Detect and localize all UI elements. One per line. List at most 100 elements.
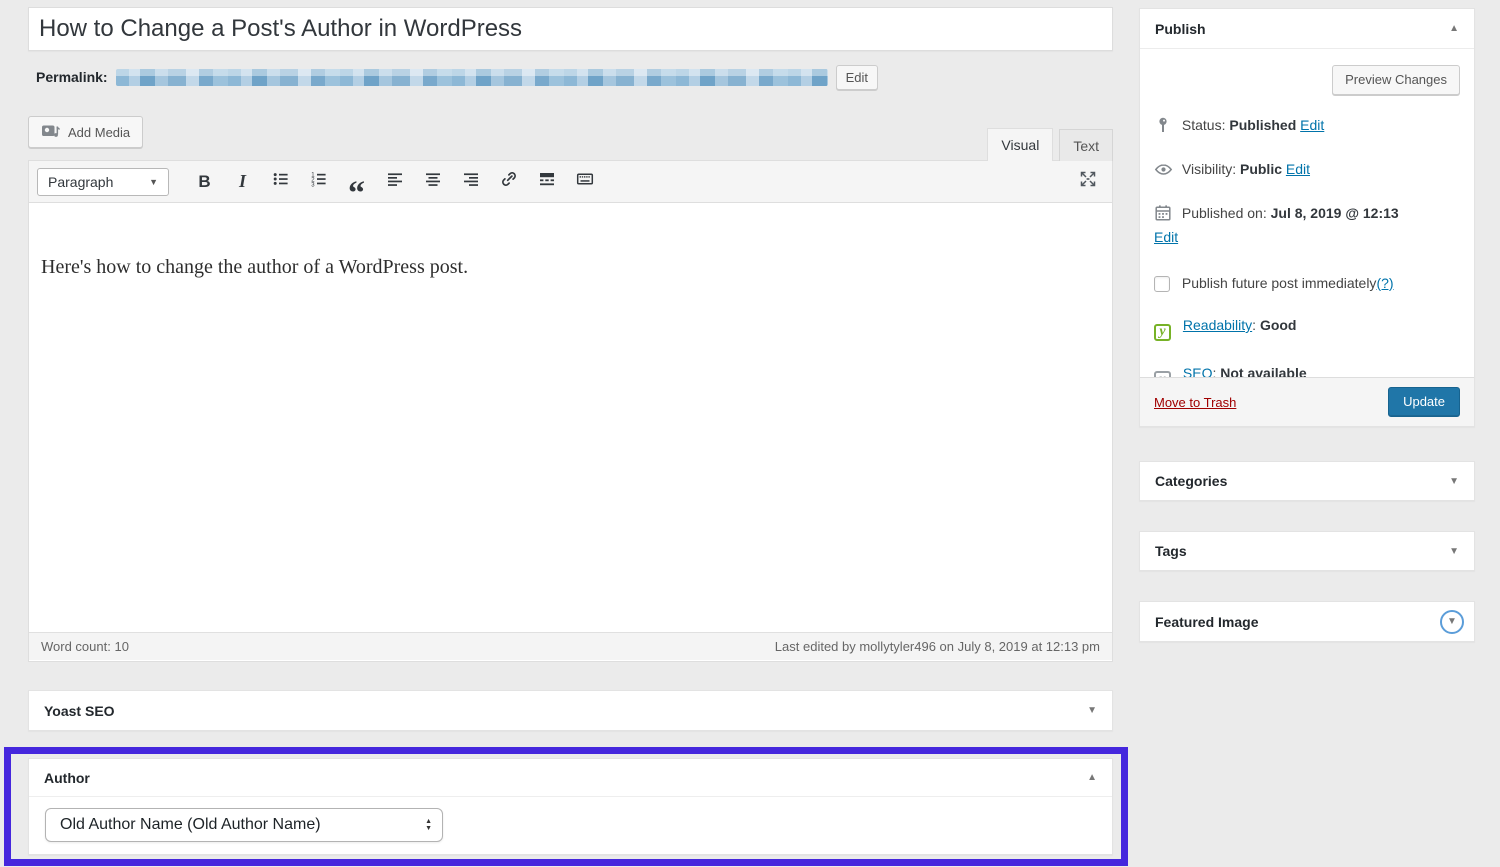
author-panel-body: Old Author Name (Old Author Name) ▲ ▼ [29,797,1112,853]
select-spinner-icon: ▲ ▼ [425,819,432,832]
yoast-seo-panel: Yoast SEO ▼ [28,690,1113,731]
align-center-button[interactable] [416,168,449,196]
status-value: Published [1229,117,1296,133]
main-column: Permalink: Edit Add Media Visual Text Pa… [28,0,1113,867]
bulleted-list-button[interactable] [264,168,297,196]
bold-button[interactable]: B [188,168,221,196]
visibility-label: Visibility: [1182,161,1236,177]
readability-value: Good [1260,317,1297,333]
collapse-down-icon: ▼ [1447,616,1457,627]
tab-visual[interactable]: Visual [987,128,1053,161]
media-icon [41,122,61,143]
yoast-seo-panel-header[interactable]: Yoast SEO ▼ [29,691,1112,730]
post-body-text: Here's how to change the author of a Wor… [41,253,1100,281]
toolbar-toggle-button[interactable] [568,168,601,196]
editor-content-area[interactable]: Here's how to change the author of a Wor… [29,203,1112,632]
read-more-button[interactable] [530,168,563,196]
word-count: Word count: 10 [41,639,129,654]
visibility-value: Public [1240,161,1282,177]
chevron-down-icon: ▼ [149,177,158,187]
author-panel: Author ▲ Old Author Name (Old Author Nam… [28,758,1113,855]
editor-statusbar: Word count: 10 Last edited by mollytyler… [29,632,1112,660]
move-to-trash-link[interactable]: Move to Trash [1154,395,1236,410]
featured-image-panel: Featured Image ▼ [1139,601,1475,642]
permalink-edit-button[interactable]: Edit [836,65,878,90]
expand-arrows-icon [1078,169,1098,194]
insert-link-button[interactable] [492,168,525,196]
content-editor: Paragraph ▼ B I 123 “ Here's how to chan… [28,160,1113,662]
publish-panel-body: Preview Changes Status: Published Edit V… [1140,49,1474,379]
permalink-url-redacted[interactable] [116,69,828,86]
readability-link[interactable]: Readability [1183,317,1252,333]
bulleted-list-icon [272,170,290,193]
tags-panel-header[interactable]: Tags ▼ [1140,532,1474,570]
align-left-button[interactable] [378,168,411,196]
pin-icon [1154,116,1173,139]
categories-panel-header[interactable]: Categories ▼ [1140,462,1474,500]
collapse-down-icon[interactable]: ▼ [1087,705,1097,716]
numbered-list-icon: 123 [310,170,328,193]
publish-panel: Publish ▲ Preview Changes Status: Publis… [1139,8,1475,427]
categories-panel: Categories ▼ [1139,461,1475,501]
align-right-icon [462,170,480,193]
status-label: Status: [1182,117,1226,133]
word-count-label: Word count: [41,639,111,654]
tags-panel-title: Tags [1155,543,1187,559]
spinner-up-icon: ▲ [425,819,432,825]
tags-panel: Tags ▼ [1139,531,1475,571]
visibility-edit-link[interactable]: Edit [1286,161,1310,177]
tab-text[interactable]: Text [1059,129,1113,161]
collapse-up-icon[interactable]: ▲ [1449,23,1459,34]
future-post-help-link[interactable]: (?) [1376,275,1393,291]
italic-button[interactable]: I [226,168,259,196]
post-title-input[interactable] [28,7,1113,51]
future-post-row: Publish future post immediately(?) [1154,273,1460,293]
publish-panel-footer: Move to Trash Update [1140,377,1474,426]
featured-image-toggle-focus-ring[interactable]: ▼ [1440,610,1464,634]
featured-image-panel-header[interactable]: Featured Image ▼ [1140,602,1474,641]
read-more-icon [538,170,556,193]
categories-panel-title: Categories [1155,473,1227,489]
yoast-readability-icon: y [1154,324,1171,341]
blockquote-button[interactable]: “ [340,168,373,196]
add-media-label: Add Media [68,125,130,140]
readability-row: y Readability: Good [1154,315,1460,341]
author-panel-title: Author [44,770,90,786]
future-post-checkbox[interactable] [1154,276,1170,292]
author-panel-header[interactable]: Author ▲ [29,759,1112,797]
eye-icon [1154,162,1173,183]
published-on-row: Published on: Jul 8, 2019 @ 12:13 Edit [1154,203,1460,247]
collapse-down-icon[interactable]: ▼ [1449,476,1459,487]
last-edited-text: Last edited by mollytyler496 on July 8, … [775,639,1100,654]
align-right-button[interactable] [454,168,487,196]
collapse-down-icon[interactable]: ▼ [1449,546,1459,557]
paragraph-style-value: Paragraph [48,174,113,190]
collapse-up-icon[interactable]: ▲ [1087,772,1097,783]
published-on-label: Published on: [1182,205,1267,221]
visibility-row: Visibility: Public Edit [1154,159,1460,183]
add-media-button[interactable]: Add Media [28,116,143,148]
status-row: Status: Published Edit [1154,115,1460,139]
permalink-row: Permalink: Edit [36,64,878,90]
publish-panel-header[interactable]: Publish ▲ [1140,9,1474,49]
status-edit-link[interactable]: Edit [1300,117,1324,133]
preview-changes-button[interactable]: Preview Changes [1332,65,1460,95]
numbered-list-button[interactable]: 123 [302,168,335,196]
wordpress-post-editor: Permalink: Edit Add Media Visual Text Pa… [0,0,1500,867]
word-count-value: 10 [114,639,128,654]
distraction-free-button[interactable] [1071,168,1104,196]
align-left-icon [386,170,404,193]
published-on-edit-link[interactable]: Edit [1154,227,1460,247]
author-select[interactable]: Old Author Name (Old Author Name) ▲ ▼ [45,808,443,842]
author-panel-highlight: Author ▲ Old Author Name (Old Author Nam… [4,747,1128,866]
published-on-value: Jul 8, 2019 @ 12:13 [1271,205,1399,221]
calendar-icon [1154,204,1173,227]
editor-mode-tabs: Visual Text [987,128,1113,161]
paragraph-style-dropdown[interactable]: Paragraph ▼ [37,168,169,196]
italic-icon: I [239,171,246,192]
keyboard-icon [576,170,594,193]
update-button[interactable]: Update [1388,387,1460,417]
align-center-icon [424,170,442,193]
readability-colon: : [1252,317,1256,333]
sidebar: Publish ▲ Preview Changes Status: Publis… [1139,0,1475,867]
